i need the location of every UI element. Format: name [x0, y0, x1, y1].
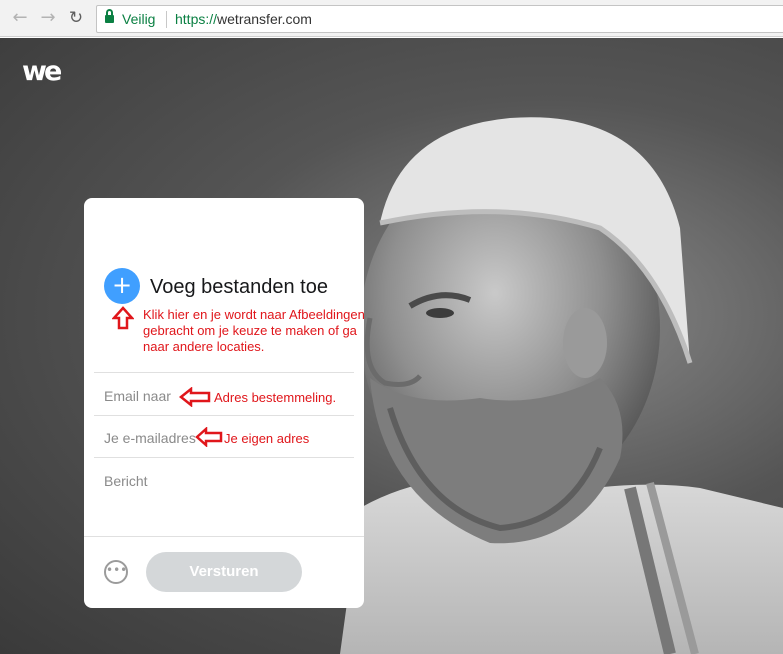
left-arrow-annotation-icon [195, 427, 223, 447]
own-address-annotation: Je eigen adres [224, 431, 310, 446]
page-background: we + Voeg bestanden toe Email naar Je e-… [0, 38, 783, 654]
forward-arrow-icon[interactable]: → [38, 8, 58, 28]
address-bar[interactable]: Veilig https://wetransfer.com [96, 5, 783, 33]
footer-divider [84, 536, 364, 537]
left-arrow-annotation-icon [179, 387, 211, 407]
up-arrow-annotation-icon [112, 306, 134, 330]
field-divider [94, 457, 354, 458]
wetransfer-logo[interactable]: we [22, 56, 62, 87]
reload-icon[interactable]: ↻ [66, 8, 86, 28]
secure-label: Veilig [122, 11, 156, 27]
field-divider [94, 372, 354, 373]
field-divider [94, 415, 354, 416]
url-host: wetransfer.com [217, 11, 312, 27]
recipient-annotation: Adres bestemmeling. [214, 390, 337, 405]
back-arrow-icon[interactable]: ← [10, 8, 30, 28]
address-separator [166, 11, 167, 28]
url-scheme: https:// [175, 11, 218, 27]
more-options-icon[interactable]: ••• [104, 560, 128, 584]
lock-icon [105, 9, 114, 24]
upload-annotation: Klik hier en je wordt naar Afbeeldingen … [143, 307, 365, 354]
add-files-button[interactable]: + [104, 268, 140, 304]
browser-toolbar: ← → ↻ Veilig https://wetransfer.com [0, 0, 783, 37]
add-files-title[interactable]: Voeg bestanden toe [150, 276, 328, 299]
message-input[interactable]: Bericht [94, 473, 354, 489]
send-button[interactable]: Versturen [146, 552, 302, 592]
url-text[interactable]: https://wetransfer.com [175, 11, 312, 27]
background-photo [340, 117, 783, 654]
